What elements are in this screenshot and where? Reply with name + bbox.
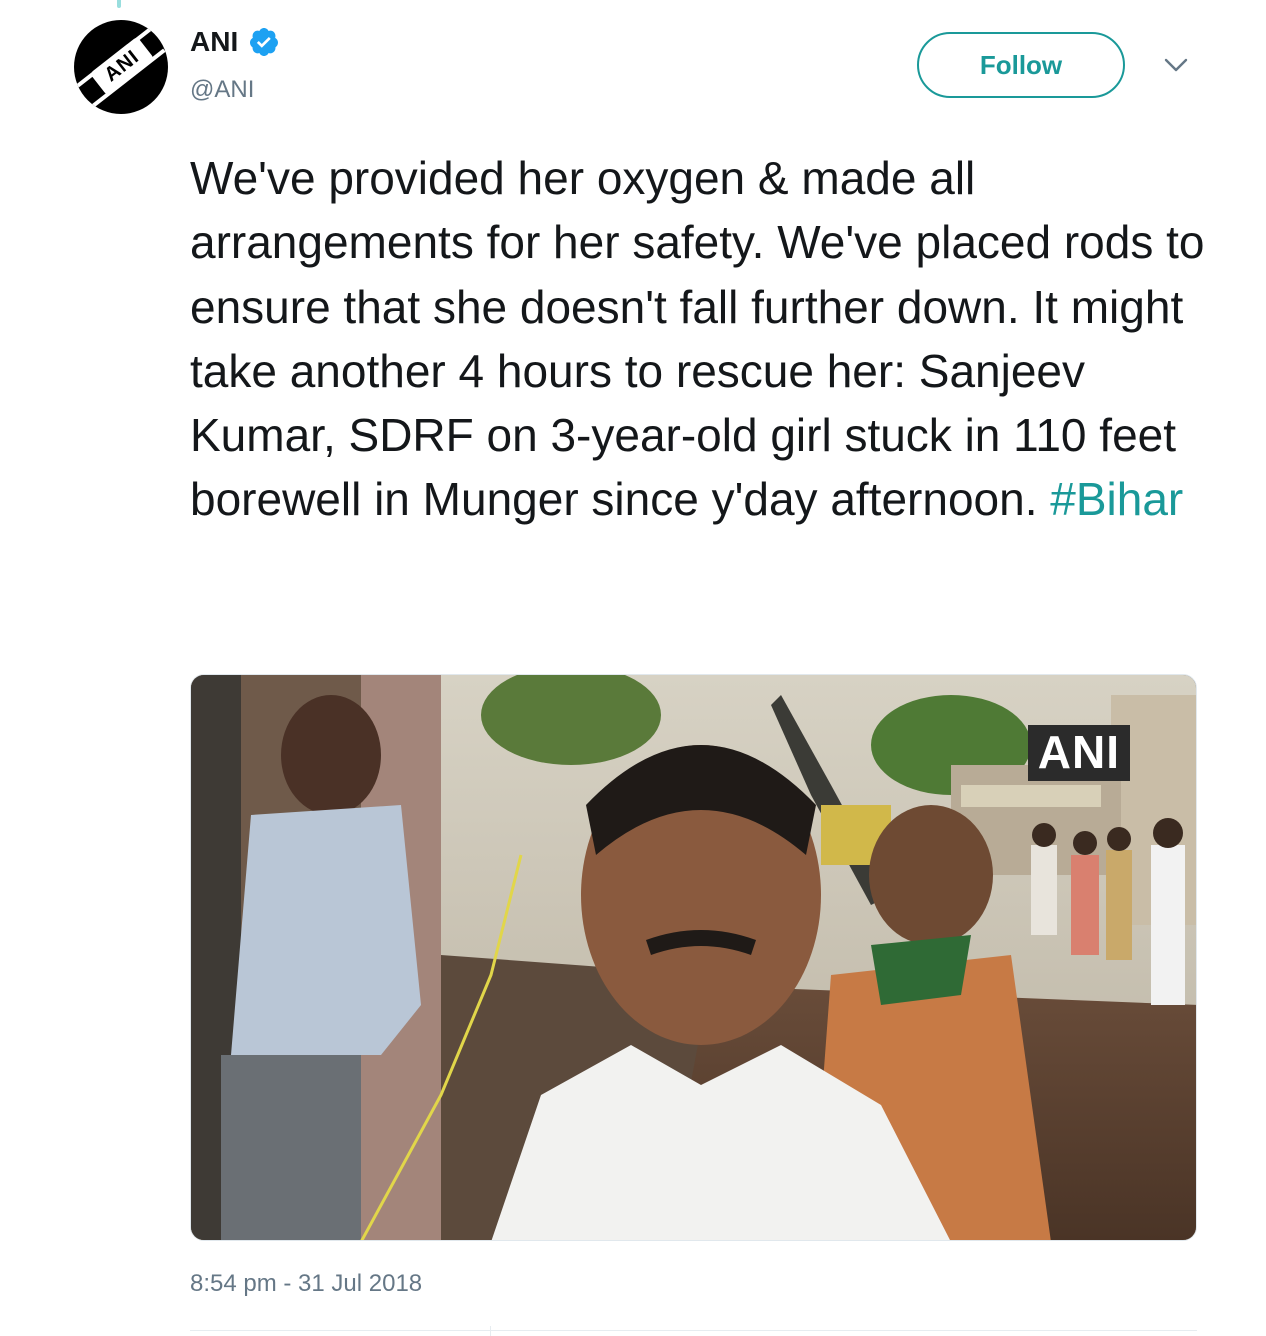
display-name[interactable]: ANI: [190, 26, 238, 58]
chevron-down-icon[interactable]: [1163, 56, 1189, 74]
follow-button[interactable]: Follow: [917, 32, 1125, 98]
tweet-body: We've provided her oxygen & made all arr…: [190, 152, 1205, 526]
account-name-row[interactable]: ANI: [190, 26, 280, 58]
verified-badge-icon: [250, 28, 279, 56]
avatar-logo: ANI: [89, 36, 155, 96]
divider-tick: [490, 1326, 491, 1336]
video-watermark: ANI: [1027, 725, 1130, 781]
divider: [190, 1330, 1197, 1331]
tweet-media-video[interactable]: ANI: [190, 674, 1197, 1241]
thread-connector: [117, 0, 121, 8]
tweet-text: We've provided her oxygen & made all arr…: [190, 146, 1210, 532]
account-handle[interactable]: @ANI: [190, 76, 254, 104]
avatar-logo-text: ANI: [100, 45, 144, 86]
tweet-timestamp[interactable]: 8:54 pm - 31 Jul 2018: [190, 1270, 422, 1298]
hashtag-link[interactable]: #Bihar: [1050, 473, 1183, 525]
avatar[interactable]: ANI: [74, 20, 168, 114]
